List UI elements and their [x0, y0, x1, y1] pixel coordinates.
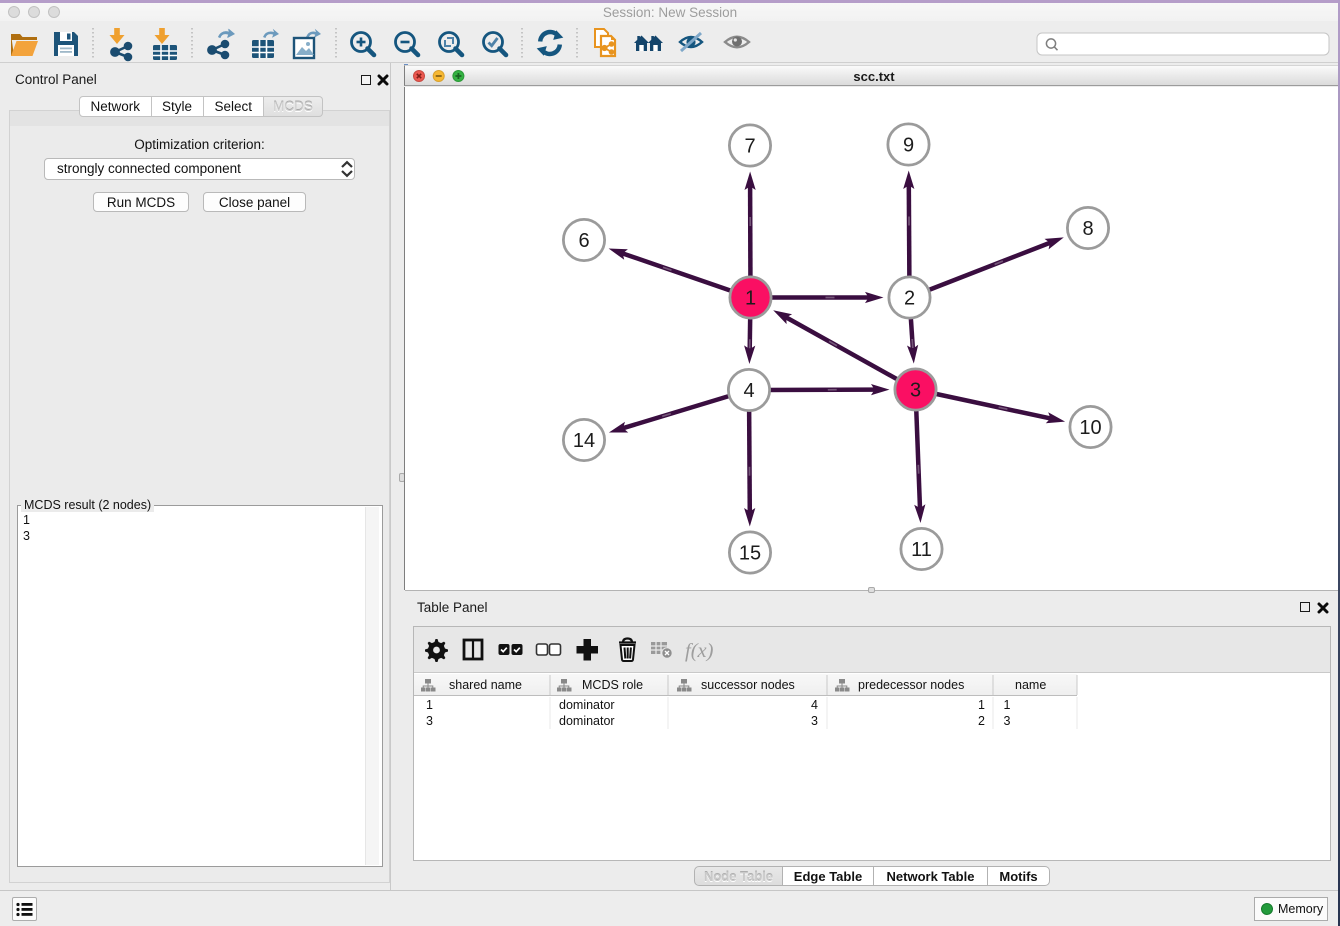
svg-text:6: 6 — [578, 230, 589, 252]
svg-text:3: 3 — [910, 380, 921, 402]
svg-text:8: 8 — [1082, 218, 1093, 240]
svg-text:4: 4 — [743, 380, 754, 402]
svg-text:7: 7 — [744, 136, 755, 158]
svg-text:11: 11 — [911, 539, 932, 561]
svg-text:10: 10 — [1079, 417, 1101, 439]
svg-text:1: 1 — [745, 288, 756, 310]
svg-text:2: 2 — [904, 288, 915, 310]
svg-text:15: 15 — [739, 543, 761, 565]
svg-text:9: 9 — [903, 135, 914, 157]
svg-text:14: 14 — [573, 430, 595, 452]
svg-text:f(x): f(x) — [685, 640, 714, 662]
